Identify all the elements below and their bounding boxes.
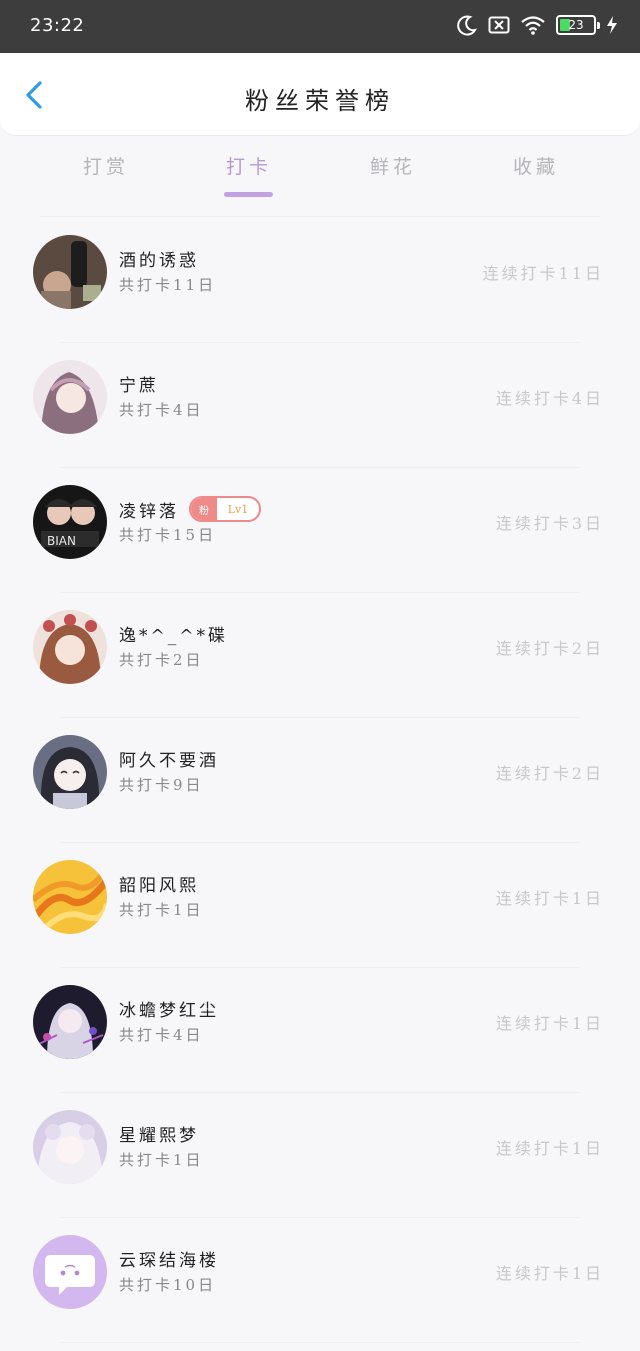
- total-checkin: 共打卡10日: [119, 1276, 217, 1294]
- avatar: [33, 360, 107, 434]
- fan-badge-level: Lv1: [227, 502, 249, 516]
- avatar: [33, 985, 107, 1059]
- name-row: 冰蟾梦红尘: [119, 996, 219, 1021]
- name-row: 云琛结海楼: [119, 1246, 219, 1271]
- tab-checkin[interactable]: 打卡: [199, 152, 299, 179]
- total-checkin: 共打卡9日: [119, 776, 204, 794]
- streak-checkin: 连续打卡1日: [495, 1139, 604, 1158]
- avatar: [33, 860, 107, 934]
- header-bar: 粉丝荣誉榜: [0, 53, 640, 136]
- status-bar: 23:22 23: [0, 0, 640, 53]
- name-row: 韶阳风熙: [119, 871, 199, 896]
- list-item[interactable]: 宁蔗 共打卡4日 连续打卡4日: [0, 343, 640, 468]
- avatar: [33, 735, 107, 809]
- total-checkin: 共打卡4日: [119, 401, 204, 419]
- name-row: 逸*^_^*碟: [119, 621, 228, 646]
- avatar: BIAN: [33, 485, 107, 559]
- tabs-divider: [40, 216, 600, 217]
- total-checkin: 共打卡2日: [119, 651, 204, 669]
- avatar: [33, 610, 107, 684]
- total-checkin: 共打卡11日: [119, 276, 217, 294]
- list-item[interactable]: 云琛结海楼 共打卡10日 连续打卡1日: [0, 1218, 640, 1343]
- list-item[interactable]: 星耀熙梦 共打卡1日 连续打卡1日: [0, 1093, 640, 1218]
- battery-level: 23: [568, 18, 584, 32]
- list-item[interactable]: 逸*^_^*碟 共打卡2日 连续打卡2日: [0, 593, 640, 718]
- fan-level-badge: 粉 Lv1: [189, 496, 261, 522]
- sim-disabled-icon: [488, 15, 510, 35]
- tab-bar: 打赏 打卡 鲜花 收藏: [0, 136, 640, 217]
- fan-name: 云琛结海楼: [119, 1251, 219, 1271]
- fan-name: 逸*^_^*碟: [119, 626, 228, 646]
- name-row: 凌锌落 粉 Lv1: [119, 496, 261, 522]
- list-item[interactable]: 冰蟾梦红尘 共打卡4日 连续打卡1日: [0, 968, 640, 1093]
- avatar: [33, 1110, 107, 1184]
- list-item[interactable]: 酒的诱惑 共打卡11日 连续打卡11日: [0, 218, 640, 343]
- streak-checkin: 连续打卡3日: [495, 514, 604, 533]
- battery-tip: [597, 22, 600, 29]
- fan-name: 韶阳风熙: [119, 876, 199, 896]
- fan-badge-label: 粉: [191, 498, 217, 520]
- fan-name: 阿久不要酒: [119, 751, 219, 771]
- total-checkin: 共打卡15日: [119, 526, 217, 544]
- page-title: 粉丝荣誉榜: [245, 87, 395, 115]
- wifi-icon: [520, 14, 546, 36]
- total-checkin: 共打卡4日: [119, 1026, 204, 1044]
- divider: [60, 1342, 580, 1343]
- streak-checkin: 连续打卡2日: [495, 639, 604, 658]
- streak-checkin: 连续打卡2日: [495, 764, 604, 783]
- list-item[interactable]: BIAN 凌锌落 粉 Lv1 共打卡15日 连续打卡3日: [0, 468, 640, 593]
- fan-name: 星耀熙梦: [119, 1126, 199, 1146]
- streak-checkin: 连续打卡1日: [495, 889, 604, 908]
- tab-flowers[interactable]: 鲜花: [343, 152, 443, 179]
- fan-name: 凌锌落: [119, 501, 179, 522]
- name-row: 阿久不要酒: [119, 746, 219, 771]
- name-row: 宁蔗: [119, 371, 159, 396]
- list-item[interactable]: 韶阳风熙 共打卡1日 连续打卡1日: [0, 843, 640, 968]
- tab-favorites[interactable]: 收藏: [486, 152, 586, 179]
- tab-reward[interactable]: 打赏: [56, 152, 156, 179]
- fan-name: 冰蟾梦红尘: [119, 1001, 219, 1021]
- streak-checkin: 连续打卡4日: [495, 389, 604, 408]
- status-time: 23:22: [30, 15, 85, 36]
- streak-checkin: 连续打卡1日: [495, 1264, 604, 1283]
- total-checkin: 共打卡1日: [119, 1151, 204, 1169]
- avatar: [33, 235, 107, 309]
- streak-checkin: 连续打卡11日: [482, 264, 604, 283]
- avatar: [33, 1235, 107, 1309]
- name-row: 酒的诱惑: [119, 246, 199, 271]
- fan-name: 酒的诱惑: [119, 251, 199, 271]
- streak-checkin: 连续打卡1日: [495, 1014, 604, 1033]
- fan-name: 宁蔗: [119, 376, 159, 396]
- list-item[interactable]: 阿久不要酒 共打卡9日 连续打卡2日: [0, 718, 640, 843]
- svg-text:BIAN: BIAN: [47, 534, 76, 548]
- total-checkin: 共打卡1日: [119, 901, 204, 919]
- battery-icon: 23: [556, 15, 600, 35]
- moon-icon: [456, 14, 478, 36]
- name-row: 星耀熙梦: [119, 1121, 199, 1146]
- active-tab-indicator: [224, 192, 273, 197]
- charging-icon: [606, 15, 618, 35]
- status-icons: 23: [456, 14, 618, 36]
